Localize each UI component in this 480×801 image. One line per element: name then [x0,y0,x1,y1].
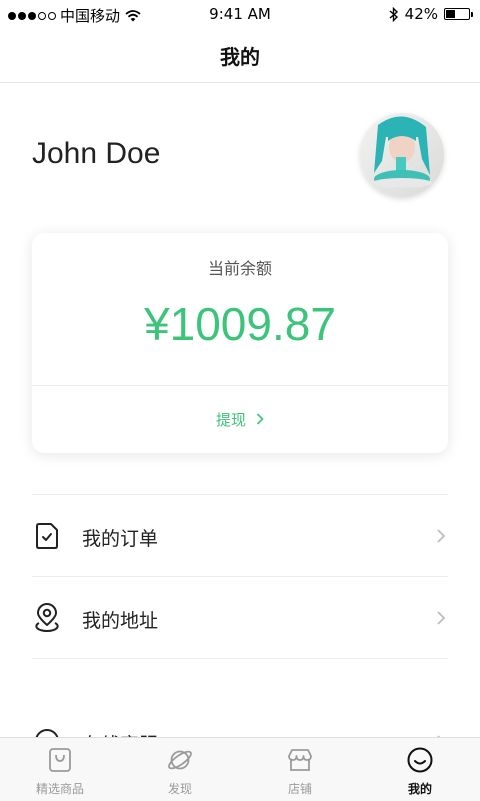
chevron-right-icon [437,529,446,543]
planet-icon [168,750,192,770]
balance-label: 当前余额 [207,259,272,278]
tab-label: 我的 [407,782,432,796]
location-pin-icon [35,603,59,633]
profile-name: John Doe [32,137,161,170]
battery-percent: 42% [404,5,438,23]
withdraw-button[interactable]: 提现 [32,385,448,453]
tab-store[interactable]: 店铺 [240,738,360,801]
menu-item-orders[interactable]: 我的订单 [32,495,448,577]
nav-bar: 我的 [0,28,480,83]
menu-item-address[interactable]: 我的地址 [32,577,448,659]
avatar-image [360,113,444,197]
status-bar: 中国移动 9:41 AM 42% [0,0,480,28]
tab-label: 店铺 [287,782,312,796]
withdraw-label: 提现 [215,410,246,429]
chevron-right-icon [256,413,264,425]
order-document-icon [36,523,58,549]
bluetooth-icon [389,6,398,22]
tab-featured-products[interactable]: 精选商品 [0,738,120,801]
chevron-right-icon [437,611,446,625]
menu-item-label: 我的订单 [82,528,159,550]
shopping-bag-icon [49,748,71,772]
tab-label: 精选商品 [35,782,84,796]
battery-icon [444,8,473,20]
storefront-icon [288,749,312,771]
profile-header: John Doe [0,82,480,232]
tab-label: 发现 [167,782,192,796]
balance-card: 当前余额 ¥1009.87 提现 [32,233,448,453]
avatar[interactable] [360,113,444,197]
tab-discover[interactable]: 发现 [120,738,240,801]
status-right: 42% [389,5,473,23]
page-title: 我的 [220,45,260,69]
balance-amount: ¥1009.87 [144,298,336,350]
tab-bar: 精选商品 发现 店铺 我的 [0,737,480,801]
menu-item-label: 我的地址 [82,610,159,632]
battery-fill [446,10,456,18]
tab-mine[interactable]: 我的 [360,738,480,801]
smiley-face-icon [407,747,433,773]
